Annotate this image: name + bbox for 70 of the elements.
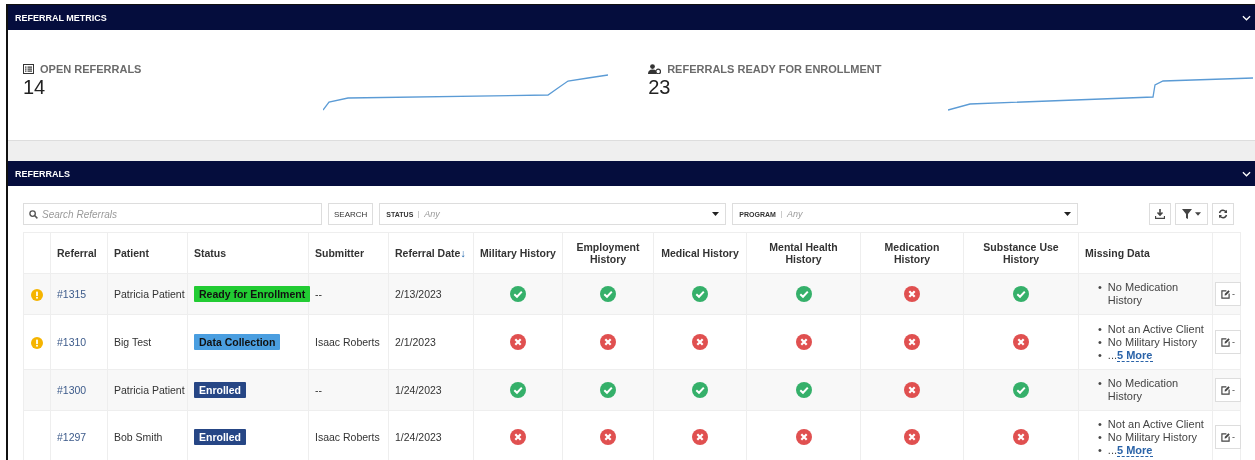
filter-value: Any (786, 209, 804, 219)
table-cell: -- (315, 288, 322, 300)
edit-icon (1221, 337, 1230, 347)
table-cell: 2/1/2023 (395, 336, 436, 348)
metric-value: 23 (648, 76, 672, 99)
edit-icon (1221, 432, 1230, 442)
edit-icon (1221, 385, 1230, 395)
bullet-marker: • (1098, 322, 1102, 336)
download-icon (1155, 209, 1165, 219)
missing-data-item: Not an Active Client (1107, 417, 1204, 431)
search-button[interactable]: SEARCH (328, 203, 374, 225)
filter-value: Any (424, 209, 441, 219)
status-badge: Enrolled (194, 382, 246, 398)
status-badge: Ready for Enrollment (194, 286, 311, 302)
edit-button[interactable]: - (1215, 425, 1241, 449)
refresh-icon (1218, 209, 1228, 219)
table-cell: -- (315, 384, 322, 396)
filter-button[interactable] (1175, 203, 1208, 225)
referral-link[interactable]: #1300 (57, 384, 87, 396)
missing-data-item: No Medication History (1107, 377, 1180, 403)
bullet-marker: • (1098, 377, 1102, 390)
table-cell: Patricia Patient (114, 288, 185, 300)
chevron-down-icon[interactable] (1242, 14, 1251, 21)
table-cell: 1/24/2023 (395, 431, 442, 443)
bullet-marker: • (1098, 430, 1102, 444)
refresh-button[interactable] (1212, 203, 1234, 225)
missing-data-item: ...5 More (1107, 348, 1153, 362)
edit-button[interactable]: - (1215, 378, 1241, 402)
download-button[interactable] (1149, 203, 1171, 225)
search-field[interactable]: Search Referrals (23, 203, 322, 225)
metric-value: 14 (23, 76, 47, 99)
panel-title: REFERRAL METRICS (15, 12, 107, 23)
edit-button[interactable]: - (1215, 330, 1241, 354)
search-icon (29, 210, 38, 219)
table-cell: 1/24/2023 (395, 384, 442, 396)
caret-icon (1064, 212, 1072, 216)
edit-button[interactable]: - (1215, 282, 1241, 306)
table-cell: Isaac Roberts (315, 431, 380, 443)
missing-data-item: ...5 More (1107, 443, 1153, 457)
metric-label: OPEN REFERRALS (40, 63, 142, 75)
bullet-marker: • (1098, 348, 1102, 362)
user-gear-icon (648, 64, 662, 74)
more-link[interactable]: 5 More (1117, 443, 1153, 457)
panel-title: REFERRALS (15, 168, 70, 179)
referral-link[interactable]: #1297 (57, 431, 87, 443)
table-cell: Isaac Roberts (315, 336, 380, 348)
bullet-marker: • (1098, 335, 1102, 349)
referral-link[interactable]: #1310 (57, 336, 87, 348)
chevron-down-icon[interactable] (1242, 170, 1251, 177)
caret-icon (712, 212, 720, 216)
table-cell: Patricia Patient (114, 384, 185, 396)
missing-data-item: No Medication History (1107, 281, 1180, 307)
missing-data-item: No Military History (1107, 335, 1198, 349)
missing-data-item: Not an Active Client (1107, 322, 1204, 336)
metric-label: REFERRALS READY FOR ENROLLMENT (667, 63, 882, 75)
more-link[interactable]: 5 More (1117, 348, 1153, 362)
missing-data-item: No Military History (1107, 430, 1198, 444)
list-icon (23, 64, 34, 74)
table-cell: 2/13/2023 (395, 288, 442, 300)
referral-link[interactable]: #1315 (57, 288, 87, 300)
table-cell: Big Test (114, 336, 152, 348)
status-badge: Enrolled (194, 429, 246, 445)
table-cell: Bob Smith (114, 431, 163, 443)
status-badge: Data Collection (194, 334, 281, 350)
filter-icon (1182, 209, 1192, 219)
bullet-marker: • (1098, 417, 1102, 431)
caret-icon (1195, 212, 1201, 216)
edit-icon (1221, 289, 1230, 299)
bullet-marker: • (1098, 443, 1102, 457)
bullet-marker: • (1098, 281, 1102, 294)
